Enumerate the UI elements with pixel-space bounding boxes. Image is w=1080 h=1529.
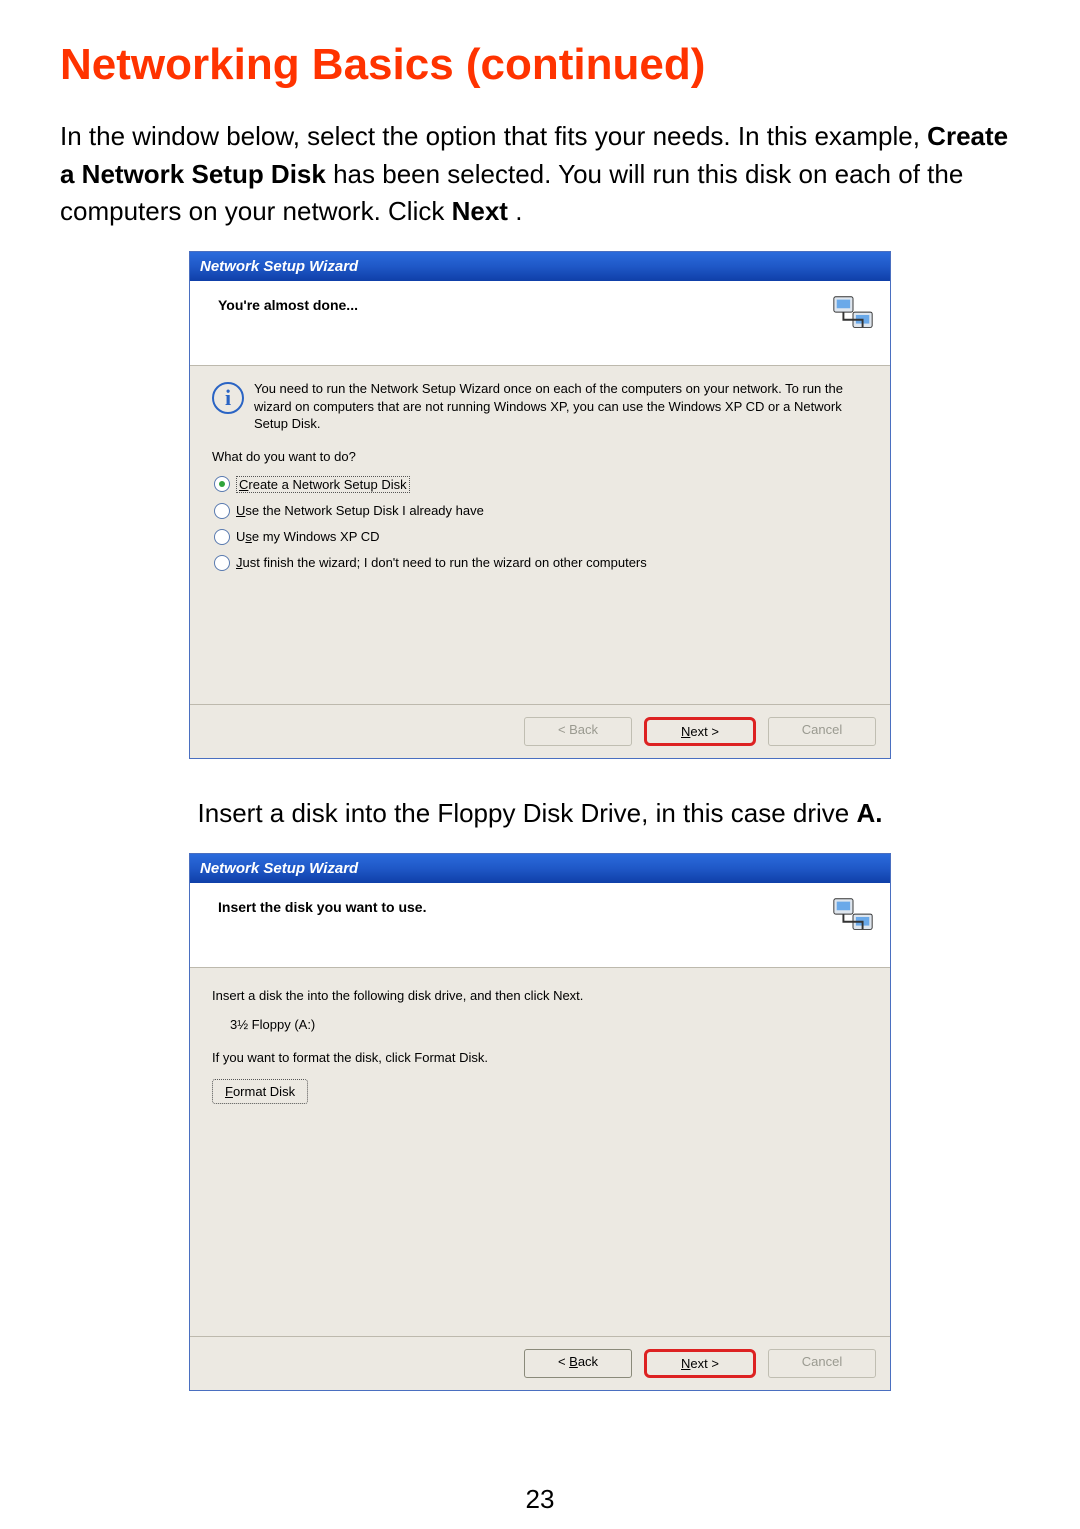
drive-label: 3½ Floppy (A:) [230, 1017, 868, 1032]
wizard-header-text: Insert the disk you want to use. [204, 893, 426, 915]
page-heading: Networking Basics (continued) [60, 40, 1020, 90]
radio-icon [214, 476, 230, 492]
intro-paragraph: In the window below, select the option t… [60, 118, 1020, 231]
wizard-header: You're almost done... [190, 281, 890, 366]
next-button[interactable]: Next > [644, 717, 756, 746]
radio-label: Use my Windows XP CD [236, 529, 380, 544]
radio-label: Just finish the wizard; I don't need to … [236, 555, 647, 570]
wizard-header-text: You're almost done... [204, 291, 358, 313]
wizard-header: Insert the disk you want to use. [190, 883, 890, 968]
wizard-window-2: Network Setup Wizard Insert the disk you… [189, 853, 891, 1391]
mid-bold: A. [856, 798, 882, 828]
info-text: You need to run the Network Setup Wizard… [254, 380, 868, 433]
radio-icon [214, 529, 230, 545]
page-number: 23 [0, 1484, 1080, 1515]
radio-label: Create a Network Setup Disk [236, 476, 410, 493]
network-icon [830, 893, 876, 939]
next-button[interactable]: Next > [644, 1349, 756, 1378]
radio-label: Use the Network Setup Disk I already hav… [236, 503, 484, 518]
radio-use-xp-cd[interactable]: Use my Windows XP CD [214, 529, 868, 545]
mid-text: Insert a disk into the Floppy Disk Drive… [198, 798, 857, 828]
titlebar: Network Setup Wizard [190, 252, 890, 281]
radio-icon [214, 503, 230, 519]
radio-create-disk[interactable]: Create a Network Setup Disk [214, 476, 868, 493]
mid-paragraph: Insert a disk into the Floppy Disk Drive… [60, 795, 1020, 833]
network-icon [830, 291, 876, 337]
intro-text: In the window below, select the option t… [60, 121, 927, 151]
radio-just-finish[interactable]: Just finish the wizard; I don't need to … [214, 555, 868, 571]
cancel-button[interactable]: Cancel [768, 717, 876, 746]
back-button[interactable]: < Back [524, 1349, 632, 1378]
info-box: i You need to run the Network Setup Wiza… [212, 380, 868, 433]
instruction-line-1: Insert a disk the into the following dis… [212, 988, 868, 1003]
intro-text-end: . [515, 196, 522, 226]
info-icon: i [212, 382, 244, 414]
cancel-button[interactable]: Cancel [768, 1349, 876, 1378]
back-button[interactable]: < Back [524, 717, 632, 746]
instruction-line-2: If you want to format the disk, click Fo… [212, 1050, 868, 1065]
radio-use-existing-disk[interactable]: Use the Network Setup Disk I already hav… [214, 503, 868, 519]
format-disk-button[interactable]: Format Disk [212, 1079, 308, 1104]
wizard-window-1: Network Setup Wizard You're almost done.… [189, 251, 891, 759]
titlebar: Network Setup Wizard [190, 854, 890, 883]
prompt-text: What do you want to do? [212, 449, 868, 464]
intro-bold-2: Next [452, 196, 508, 226]
radio-icon [214, 555, 230, 571]
